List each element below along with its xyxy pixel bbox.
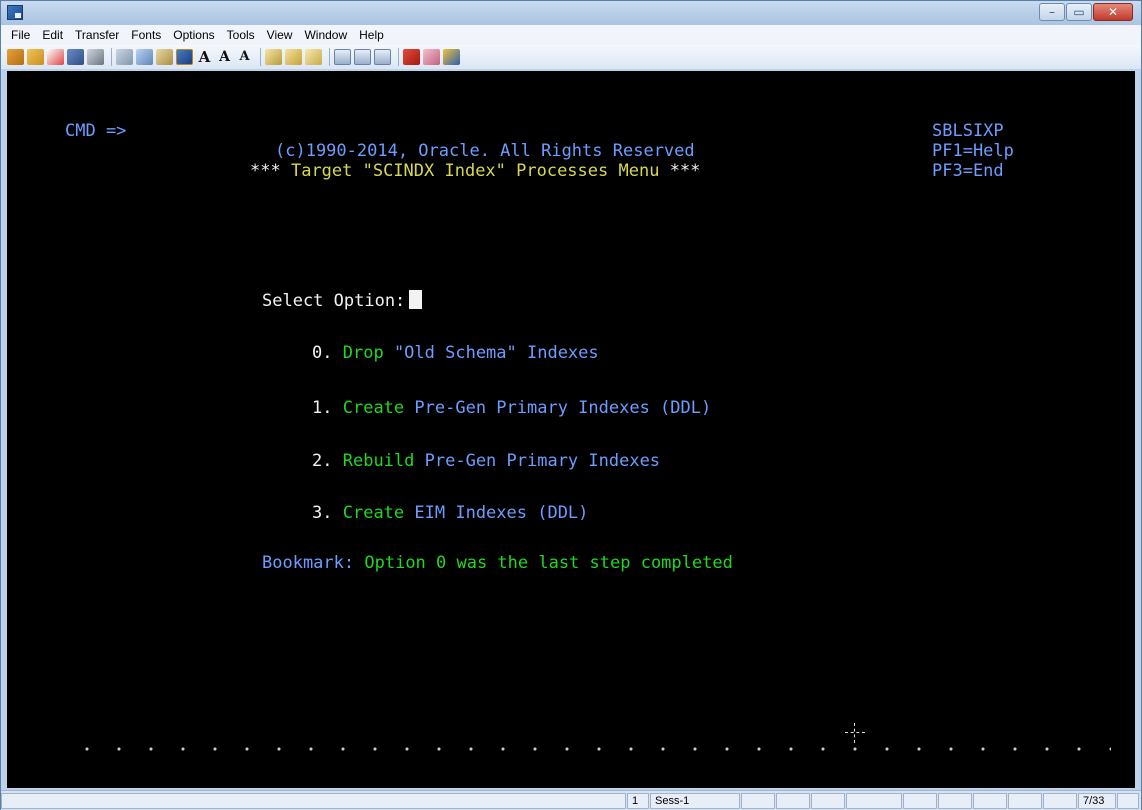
new-document-icon[interactable]: [47, 49, 64, 65]
menu-help[interactable]: Help: [353, 28, 390, 42]
option-description: "Old Schema" Indexes: [393, 343, 599, 363]
screen-dot-ruler: [71, 747, 1111, 751]
menu-fonts[interactable]: Fonts: [125, 28, 167, 42]
toolbar-separator: [111, 48, 112, 66]
menu-edit[interactable]: Edit: [36, 28, 69, 42]
status-indicator: [776, 793, 810, 809]
exit-icon[interactable]: [443, 49, 460, 65]
print-icon[interactable]: [87, 49, 104, 65]
menu-transfer[interactable]: Transfer: [69, 28, 125, 42]
option-0: 0. Drop "Old Schema" Indexes: [312, 343, 599, 363]
toolbar-separator: [398, 48, 399, 66]
menu-options[interactable]: Options: [167, 28, 220, 42]
resize-grip-icon[interactable]: [1117, 793, 1139, 809]
menu-file[interactable]: File: [5, 28, 36, 42]
toolbar-separator: [329, 48, 330, 66]
status-indicator: [1043, 793, 1077, 809]
status-indicator: [846, 793, 902, 809]
select-option-label: Select Option:: [262, 291, 406, 311]
status-message-area: [1, 793, 626, 809]
option-verb: Create: [342, 398, 405, 418]
option-number: 0.: [312, 343, 333, 363]
pf3-end-key[interactable]: PF3=End: [932, 161, 1004, 181]
app-icon[interactable]: [7, 5, 23, 20]
option-verb: Drop: [342, 343, 384, 363]
cursor-position: 7/33: [1078, 793, 1116, 809]
font-large-icon[interactable]: A: [196, 49, 213, 65]
font-medium-icon[interactable]: A: [216, 49, 233, 65]
bookmark-label: Bookmark:: [262, 553, 355, 573]
option-3: 3. Create EIM Indexes (DDL): [312, 503, 588, 523]
copy-icon[interactable]: [136, 49, 153, 65]
transfer-icon[interactable]: [176, 49, 193, 65]
option-verb: Rebuild: [342, 451, 415, 471]
status-indicator: [938, 793, 972, 809]
option-input-cursor[interactable]: [409, 290, 423, 309]
paste-icon[interactable]: [156, 49, 173, 65]
status-indicator: [741, 793, 775, 809]
clear-icon[interactable]: [423, 49, 440, 65]
option-number: 1.: [312, 398, 333, 418]
menu-view[interactable]: View: [261, 28, 299, 42]
status-indicator: [1008, 793, 1042, 809]
new-session-icon[interactable]: [7, 49, 24, 65]
status-indicator: [973, 793, 1007, 809]
cmd-prompt: CMD =>: [65, 121, 127, 141]
option-number: 2.: [312, 451, 333, 471]
menu-tools[interactable]: Tools: [221, 28, 261, 42]
bookmark-line: Bookmark: Option 0 was the last step com…: [262, 553, 733, 573]
open-icon[interactable]: [27, 49, 44, 65]
bookmark-text: Option 0 was the last step completed: [364, 553, 733, 573]
pf1-help-key[interactable]: PF1=Help: [932, 141, 1014, 161]
title-stars-right: ***: [669, 161, 701, 181]
terminal-screen[interactable]: CMD => SBLSIXP (c)1990-2014, Oracle. All…: [7, 71, 1135, 788]
title-text: Target "SCINDX Index" Processes Menu: [290, 161, 660, 181]
record-macro-icon[interactable]: [285, 49, 302, 65]
status-indicator: [903, 793, 937, 809]
copyright-notice: (c)1990-2014, Oracle. All Rights Reserve…: [275, 141, 695, 161]
close-button[interactable]: ✕: [1093, 3, 1133, 21]
option-2: 2. Rebuild Pre-Gen Primary Indexes: [312, 451, 660, 471]
program-id: SBLSIXP: [932, 121, 1004, 141]
play-macro-icon[interactable]: [305, 49, 322, 65]
font-small-icon[interactable]: A: [236, 49, 253, 65]
enter-icon[interactable]: [403, 49, 420, 65]
toolbar-separator: [260, 48, 261, 66]
emulator-window: – ▭ ✕ File Edit Transfer Fonts Options T…: [0, 0, 1142, 810]
toolbar: A A A: [1, 45, 1141, 69]
menu-bar: File Edit Transfer Fonts Options Tools V…: [1, 25, 1141, 45]
window-controls: – ▭ ✕: [1038, 3, 1133, 21]
title-bar[interactable]: – ▭ ✕: [1, 1, 1141, 25]
cut-icon[interactable]: [116, 49, 133, 65]
pf-key-3-icon[interactable]: [374, 49, 391, 65]
minimize-button[interactable]: –: [1039, 3, 1065, 21]
pf-key-1-icon[interactable]: [334, 49, 351, 65]
option-verb: Create: [342, 503, 405, 523]
option-1: 1. Create Pre-Gen Primary Indexes (DDL): [312, 398, 711, 418]
status-bar: 1 Sess-1 7/33: [1, 790, 1141, 810]
save-icon[interactable]: [67, 49, 84, 65]
option-description: EIM Indexes (DDL): [414, 503, 589, 523]
menu-title: *** Target "SCINDX Index" Processes Menu…: [250, 161, 700, 181]
option-description: Pre-Gen Primary Indexes (DDL): [414, 398, 712, 418]
status-indicator: [811, 793, 845, 809]
maximize-button[interactable]: ▭: [1066, 3, 1092, 21]
title-stars-left: ***: [250, 161, 281, 181]
select-option-row: Select Option:: [262, 290, 423, 311]
crosshair-cursor-icon: [845, 723, 865, 743]
option-number: 3.: [312, 503, 333, 523]
option-description: Pre-Gen Primary Indexes: [424, 451, 661, 471]
macro-icon[interactable]: [265, 49, 282, 65]
session-name: Sess-1: [650, 793, 740, 809]
menu-window[interactable]: Window: [298, 28, 353, 42]
pf-key-2-icon[interactable]: [354, 49, 371, 65]
session-number: 1: [627, 793, 649, 809]
